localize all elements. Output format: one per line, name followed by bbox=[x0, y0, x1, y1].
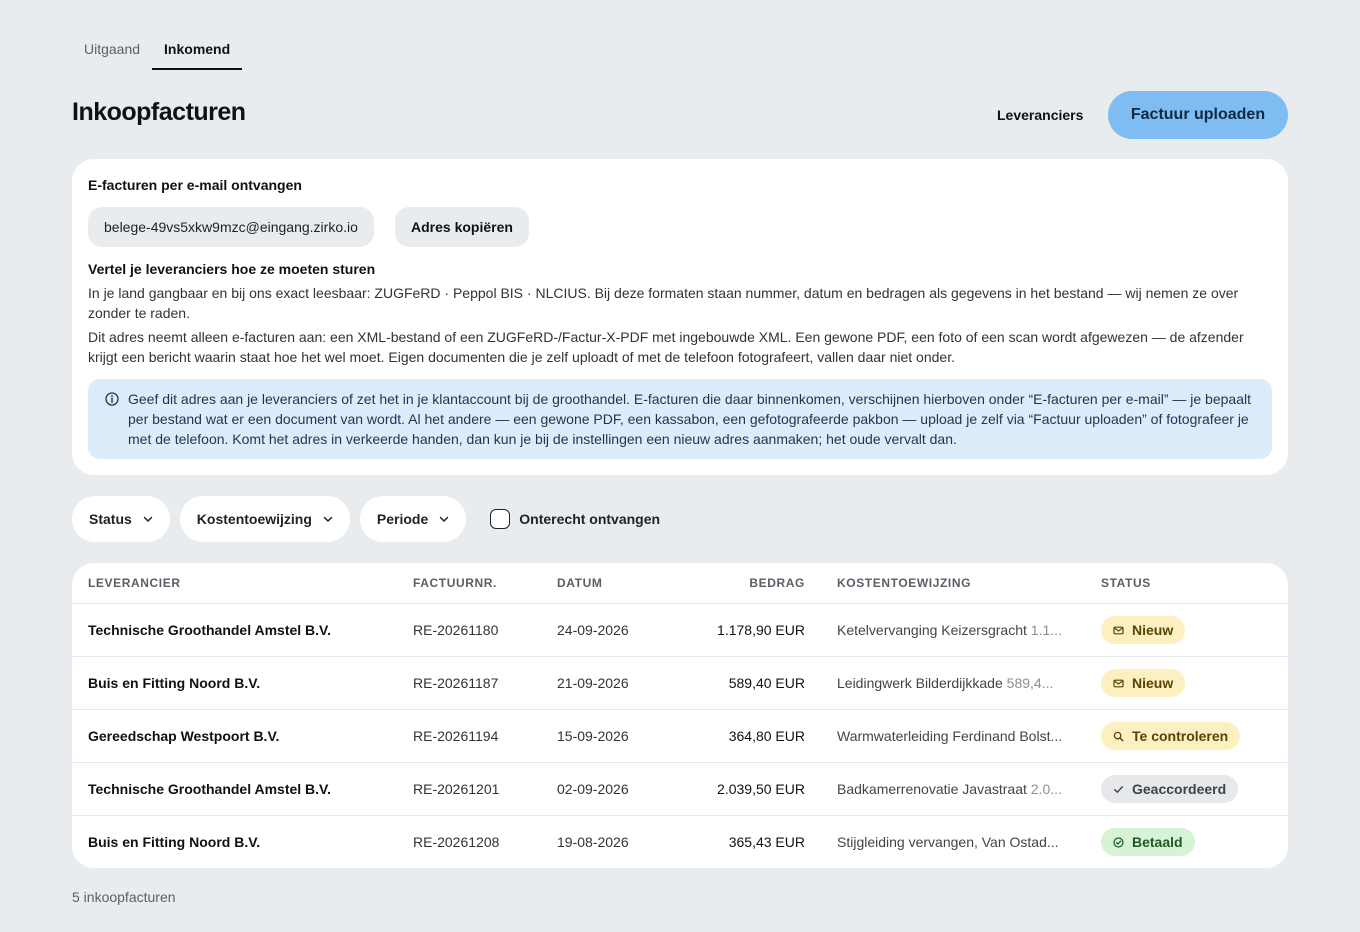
tab-bar: Uitgaand Inkomend bbox=[72, 28, 243, 70]
instructions-title: Vertel je leveranciers hoe ze moeten stu… bbox=[88, 261, 376, 277]
cost-project: Badkamerrenovatie Javastraat bbox=[837, 781, 1027, 797]
check-circle-icon bbox=[1113, 836, 1124, 848]
status-badge: Betaald bbox=[1101, 828, 1195, 856]
amount-cell: 365,43 EUR bbox=[728, 834, 805, 850]
col-supplier[interactable]: LEVERANCIER bbox=[88, 576, 181, 590]
upload-invoice-button[interactable]: Factuur uploaden bbox=[1108, 91, 1288, 139]
rules-paragraph: Dit adres neemt alleen e-facturen aan: e… bbox=[88, 329, 1244, 365]
period-filter-label: Periode bbox=[376, 511, 429, 527]
date-cell: 21-09-2026 bbox=[557, 675, 629, 691]
status-badge: Te controleren bbox=[1101, 722, 1241, 750]
envelope-icon bbox=[1113, 626, 1124, 634]
cost-cell: Stijgleiding vervangen, Van Ostad... bbox=[837, 816, 1069, 868]
number-cell: RE-20261201 bbox=[413, 781, 500, 797]
table-row[interactable]: Buis en Fitting Noord B.V. RE-20261208 1… bbox=[72, 816, 1288, 868]
number-cell: RE-20261180 bbox=[413, 622, 499, 638]
suppliers-button[interactable]: Leveranciers bbox=[985, 92, 1095, 138]
filter-bar: Status Kostentoewijzing Periode Onterech… bbox=[72, 496, 660, 542]
table-header: LEVERANCIER FACTUURNR. DATUM BEDRAG KOST… bbox=[72, 563, 1288, 604]
cost-cell: Warmwaterleiding Ferdinand Bolst... bbox=[837, 710, 1069, 763]
notice-text: Geef dit adres aan je leveranciers of ze… bbox=[128, 391, 1251, 447]
tab-uitgaand[interactable]: Uitgaand bbox=[72, 28, 152, 70]
status-label: Nieuw bbox=[1132, 675, 1174, 691]
cost-project: Ketelvervanging Keizersgracht bbox=[837, 622, 1027, 638]
date-cell: 19-08-2026 bbox=[557, 834, 629, 850]
col-number[interactable]: FACTUURNR. bbox=[413, 576, 497, 590]
copy-address-button[interactable]: Adres kopiëren bbox=[395, 207, 529, 247]
cost-filter-label: Kostentoewijzing bbox=[196, 511, 312, 527]
col-amount[interactable]: BEDRAG bbox=[712, 576, 805, 590]
col-cost[interactable]: KOSTENTOEWIJZING bbox=[837, 576, 971, 590]
status-badge: Geaccordeerd bbox=[1101, 775, 1239, 803]
number-cell: RE-20261187 bbox=[413, 675, 499, 691]
status-badge: Nieuw bbox=[1101, 669, 1186, 697]
date-cell: 15-09-2026 bbox=[557, 728, 629, 744]
cost-cell: Badkamerrenovatie Javastraat 2.0... bbox=[837, 763, 1069, 816]
wrongly-received-label: Onterecht ontvangen bbox=[519, 511, 661, 527]
amount-cell: 589,40 EUR bbox=[728, 675, 805, 691]
supplier-cell: Buis en Fitting Noord B.V. bbox=[88, 675, 261, 691]
chevron-down-icon bbox=[440, 516, 449, 522]
chevron-down-icon bbox=[143, 516, 153, 522]
supplier-cell: Technische Groothandel Amstel B.V. bbox=[88, 781, 331, 797]
date-cell: 24-09-2026 bbox=[557, 622, 629, 638]
email-intake-card: E-facturen per e-mail ontvangen belege-4… bbox=[72, 159, 1288, 475]
date-cell: 02-09-2026 bbox=[557, 781, 629, 797]
envelope-icon bbox=[1113, 679, 1124, 687]
period-filter[interactable]: Periode bbox=[359, 496, 467, 542]
col-status[interactable]: STATUS bbox=[1101, 576, 1151, 590]
wrongly-received-checkbox[interactable] bbox=[490, 509, 511, 529]
status-label: Nieuw bbox=[1132, 622, 1174, 638]
cost-project: Warmwaterleiding Ferdinand Bolst... bbox=[837, 728, 1063, 744]
invoice-table: LEVERANCIER FACTUURNR. DATUM BEDRAG KOST… bbox=[72, 563, 1288, 868]
cost-cell: Ketelvervanging Keizersgracht 1.1... bbox=[837, 604, 1069, 657]
status-badge: Nieuw bbox=[1101, 616, 1186, 644]
tab-inkomend[interactable]: Inkomend bbox=[152, 28, 243, 70]
formats-paragraph: In je land gangbaar en bij ons exact lee… bbox=[88, 285, 1239, 321]
info-icon bbox=[105, 392, 119, 406]
table-row[interactable]: Gereedschap Westpoort B.V. RE-20261194 1… bbox=[72, 710, 1288, 763]
email-card-title: E-facturen per e-mail ontvangen bbox=[88, 177, 302, 193]
status-label: Te controleren bbox=[1132, 728, 1229, 744]
status-label: Geaccordeerd bbox=[1132, 781, 1227, 797]
info-notice: Geef dit adres aan je leveranciers of ze… bbox=[88, 379, 1272, 459]
status-filter-label: Status bbox=[89, 511, 132, 527]
cost-amount: 1.1... bbox=[1030, 622, 1062, 638]
status-filter[interactable]: Status bbox=[72, 496, 170, 542]
status-label: Betaald bbox=[1132, 834, 1183, 850]
cost-filter[interactable]: Kostentoewijzing bbox=[179, 496, 350, 542]
cost-amount: 589,4... bbox=[1006, 675, 1054, 691]
cost-amount: 2.0... bbox=[1030, 781, 1062, 797]
table-row[interactable]: Buis en Fitting Noord B.V. RE-20261187 2… bbox=[72, 657, 1288, 710]
page-title: Inkoopfacturen bbox=[72, 98, 246, 126]
number-cell: RE-20261194 bbox=[413, 728, 499, 744]
magnifier-icon bbox=[1113, 731, 1124, 742]
amount-cell: 364,80 EUR bbox=[728, 728, 805, 744]
wrongly-received-toggle[interactable]: Onterecht ontvangen bbox=[490, 509, 660, 529]
amount-cell: 2.039,50 EUR bbox=[717, 781, 805, 797]
table-row[interactable]: Technische Groothandel Amstel B.V. RE-20… bbox=[72, 604, 1288, 657]
cost-cell: Leidingwerk Bilderdijkkade 589,4... bbox=[837, 657, 1069, 710]
number-cell: RE-20261208 bbox=[413, 834, 500, 850]
amount-cell: 1.178,90 EUR bbox=[717, 622, 805, 638]
cost-project: Leidingwerk Bilderdijkkade bbox=[837, 675, 1003, 691]
col-date[interactable]: DATUM bbox=[557, 576, 602, 590]
invoice-count: 5 inkoopfacturen bbox=[72, 889, 176, 905]
supplier-cell: Buis en Fitting Noord B.V. bbox=[88, 834, 261, 850]
chevron-down-icon bbox=[323, 516, 333, 522]
checkmark-icon bbox=[1114, 785, 1123, 793]
cost-project: Stijgleiding vervangen, Van Ostad... bbox=[837, 834, 1059, 850]
supplier-cell: Technische Groothandel Amstel B.V. bbox=[88, 622, 331, 638]
table-row[interactable]: Technische Groothandel Amstel B.V. RE-20… bbox=[72, 763, 1288, 816]
intake-email-address: belege-49vs5xkw9mzc@eingang.zirko.io bbox=[88, 207, 374, 247]
supplier-cell: Gereedschap Westpoort B.V. bbox=[88, 728, 280, 744]
